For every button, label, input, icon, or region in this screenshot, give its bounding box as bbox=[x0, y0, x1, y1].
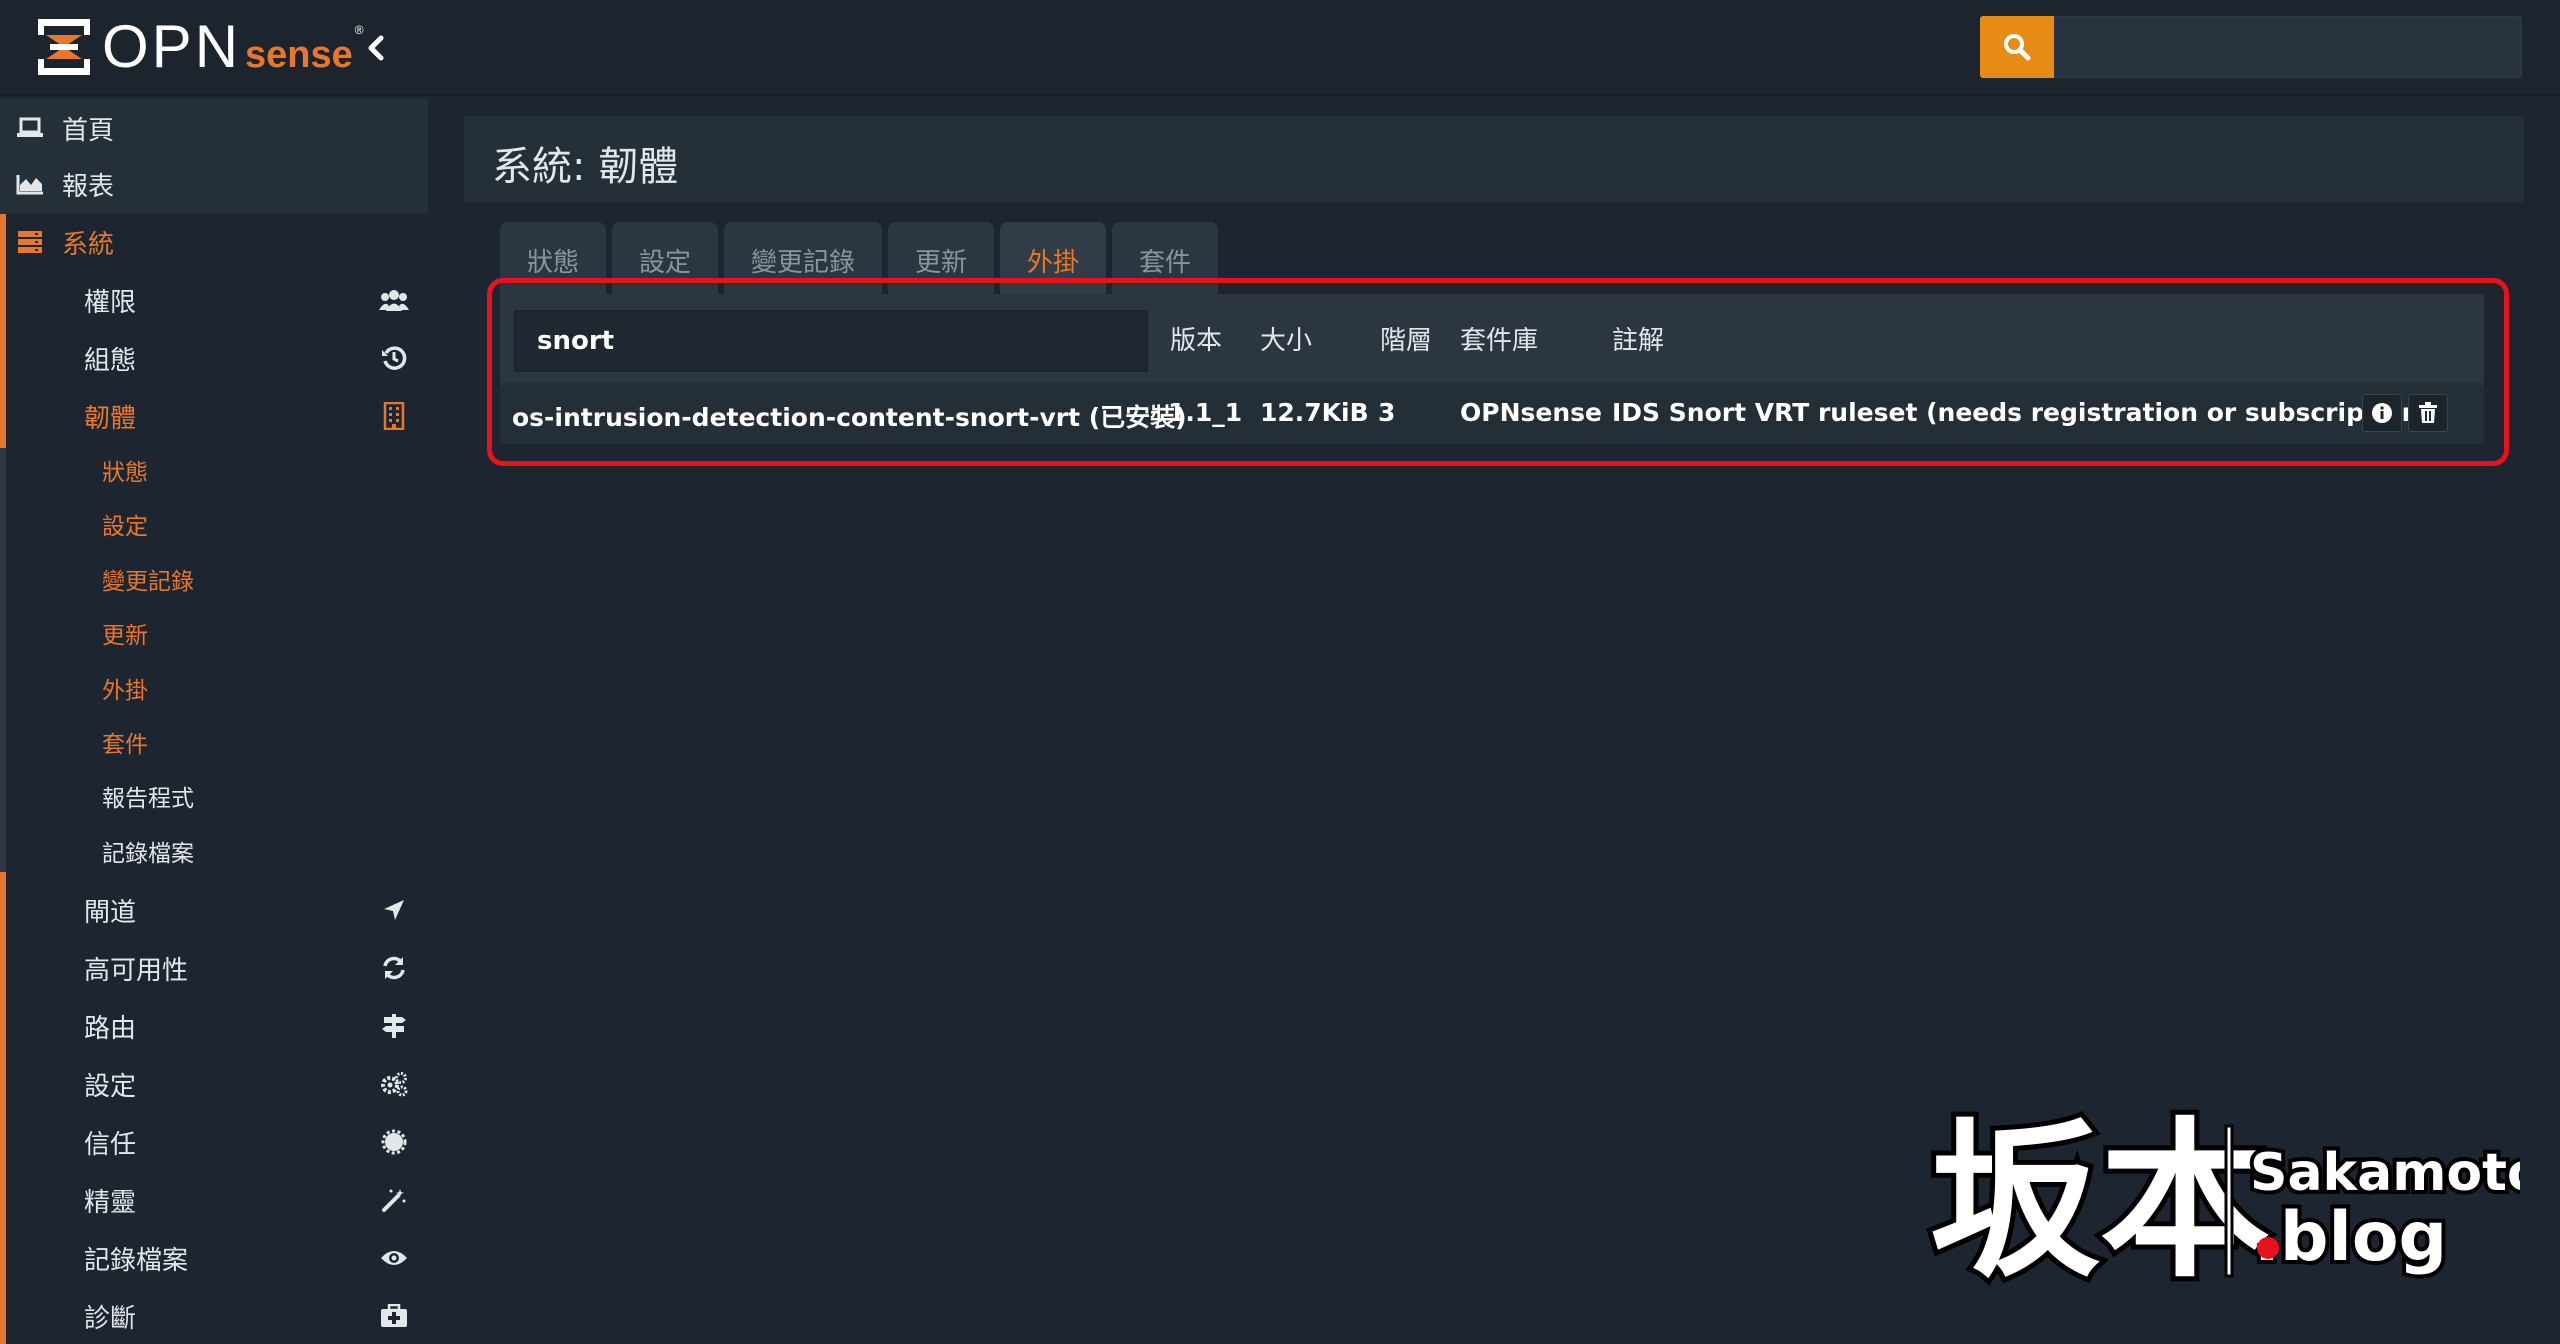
sidebar-item-configuration[interactable]: 組態 bbox=[0, 330, 428, 386]
sidebar-item-label: 報表 bbox=[62, 171, 115, 202]
area-chart-icon bbox=[14, 168, 46, 200]
sidebar-subitem-changelog[interactable]: 變更記錄 bbox=[0, 553, 428, 605]
medkit-icon bbox=[378, 1300, 410, 1332]
sidebar-item-label: 設定 bbox=[102, 514, 148, 540]
users-icon bbox=[378, 284, 410, 316]
sidebar-item-reports[interactable]: 報表 bbox=[0, 156, 428, 212]
sidebar-subitem-status[interactable]: 狀態 bbox=[0, 444, 428, 496]
sidebar-item-label: 報告程式 bbox=[102, 786, 194, 812]
sidebar-item-label: 組態 bbox=[84, 345, 137, 376]
search-button[interactable] bbox=[1980, 16, 2054, 78]
opnsense-logo-icon bbox=[38, 19, 90, 75]
sidebar-item-label: 首頁 bbox=[62, 115, 115, 146]
sidebar-subitem-plugins[interactable]: 外掛 bbox=[0, 662, 428, 714]
sidebar-item-label: 權限 bbox=[84, 287, 137, 318]
sidebar-item-gateways[interactable]: 閘道 bbox=[0, 882, 428, 938]
sidebar-item-label: 變更記錄 bbox=[102, 569, 194, 595]
watermark-line1: Sakamoto bbox=[2250, 1143, 2520, 1203]
sidebar-item-trust[interactable]: 信任 bbox=[0, 1114, 428, 1170]
sidebar-item-firmware[interactable]: 韌體 bbox=[0, 388, 428, 444]
sidebar-item-label: 閘道 bbox=[84, 897, 137, 928]
sidebar-item-label: 系統 bbox=[62, 229, 115, 260]
sidebar-item-label: 設定 bbox=[84, 1071, 137, 1102]
sidebar-item-wizard[interactable]: 精靈 bbox=[0, 1172, 428, 1228]
location-arrow-icon bbox=[378, 894, 410, 926]
sidebar-item-log-files[interactable]: 記錄檔案 bbox=[0, 1230, 428, 1286]
top-navbar: OPN sense ® bbox=[0, 0, 2560, 96]
sidebar-item-system[interactable]: 系統 bbox=[0, 214, 428, 270]
page-header: 系統: 韌體 bbox=[464, 116, 2524, 202]
cogs-icon bbox=[378, 1068, 410, 1100]
watermark-line2: .blog bbox=[2254, 1198, 2447, 1277]
sidebar-item-label: 狀態 bbox=[102, 460, 148, 486]
sidebar-item-label: 外掛 bbox=[102, 678, 148, 704]
sidebar-item-label: 更新 bbox=[102, 623, 148, 649]
watermark-kanji: 坂本 bbox=[1930, 1101, 2270, 1301]
opnsense-wordmark: OPN sense ® bbox=[102, 17, 364, 77]
eye-icon bbox=[378, 1242, 410, 1274]
sakamoto-blog-watermark: 坂本 Sakamoto .blog bbox=[1925, 1096, 2520, 1306]
brand-name-suffix: sense bbox=[245, 34, 353, 76]
refresh-icon bbox=[378, 952, 410, 984]
sidebar-subitem-log-files[interactable]: 記錄檔案 bbox=[0, 825, 428, 877]
map-signs-icon bbox=[378, 1010, 410, 1042]
sidebar-item-label: 高可用性 bbox=[84, 955, 189, 986]
sidebar-item-home[interactable]: 首頁 bbox=[0, 100, 428, 156]
brand-name-main: OPN bbox=[102, 13, 242, 80]
sidebar-item-label: 路由 bbox=[84, 1013, 137, 1044]
sidebar-item-diagnostics[interactable]: 診斷 bbox=[0, 1288, 428, 1344]
sidebar-item-label: 記錄檔案 bbox=[102, 841, 194, 867]
server-icon bbox=[14, 226, 46, 258]
sidebar-item-label: 精靈 bbox=[84, 1187, 137, 1218]
sidebar-item-routes[interactable]: 路由 bbox=[0, 998, 428, 1054]
collapse-sidebar-button[interactable] bbox=[362, 34, 390, 62]
building-icon bbox=[378, 400, 410, 432]
sidebar-item-high-availability[interactable]: 高可用性 bbox=[0, 940, 428, 996]
chevron-left-icon bbox=[368, 35, 384, 61]
certificate-icon bbox=[378, 1126, 410, 1158]
sidebar: 首頁 報表 系統 權限 組態 韌體 狀態 設定 變更記錄 更新 外掛 套件 報告… bbox=[0, 98, 428, 1344]
sidebar-item-access[interactable]: 權限 bbox=[0, 272, 428, 328]
annotation-highlight-box bbox=[487, 278, 2509, 466]
sidebar-subitem-reporter[interactable]: 報告程式 bbox=[0, 770, 428, 822]
sidebar-subitem-packages[interactable]: 套件 bbox=[0, 716, 428, 768]
global-search-input[interactable] bbox=[2054, 16, 2522, 78]
laptop-icon bbox=[14, 112, 46, 144]
sidebar-item-label: 套件 bbox=[102, 732, 148, 758]
search-icon bbox=[2004, 34, 2031, 61]
sidebar-item-label: 韌體 bbox=[84, 403, 137, 434]
magic-wand-icon bbox=[378, 1184, 410, 1216]
sidebar-subitem-updates[interactable]: 更新 bbox=[0, 607, 428, 659]
sidebar-item-label: 信任 bbox=[84, 1129, 137, 1160]
sidebar-item-label: 診斷 bbox=[84, 1303, 137, 1334]
sidebar-item-settings[interactable]: 設定 bbox=[0, 1056, 428, 1112]
sidebar-subitem-settings[interactable]: 設定 bbox=[0, 498, 428, 550]
sidebar-item-label: 記錄檔案 bbox=[84, 1245, 189, 1276]
opnsense-logo[interactable]: OPN sense ® bbox=[36, 14, 364, 80]
page-title: 系統: 韌體 bbox=[492, 144, 679, 190]
history-icon bbox=[378, 342, 410, 374]
